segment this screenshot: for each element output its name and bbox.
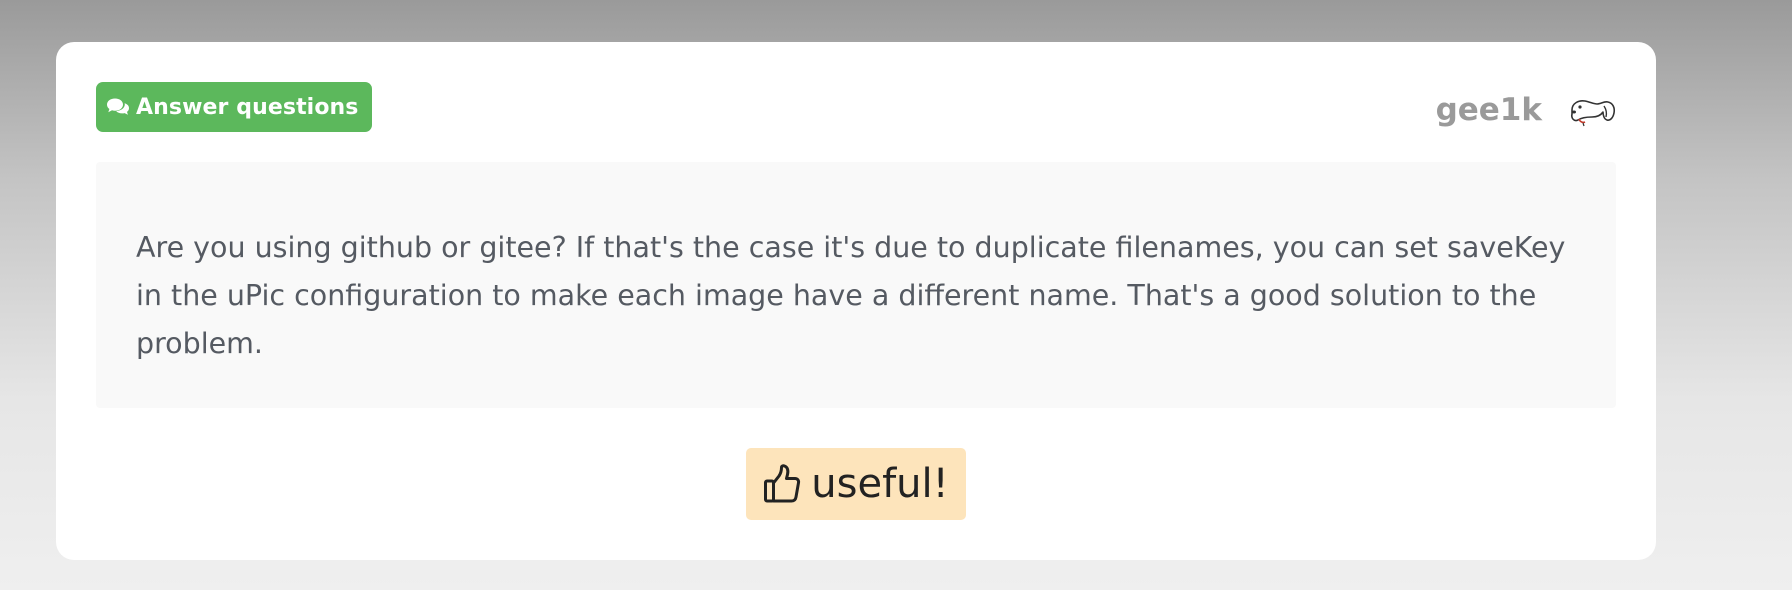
thumbs-up-icon	[763, 464, 801, 504]
answer-text: Are you using github or gitee? If that's…	[136, 231, 1566, 360]
answer-card: Answer questions gee1k Are you using git…	[56, 42, 1656, 560]
answer-questions-badge[interactable]: Answer questions	[96, 82, 372, 132]
dog-avatar[interactable]	[1566, 92, 1616, 128]
author-info: gee1k	[1436, 92, 1616, 128]
answer-body: Are you using github or gitee? If that's…	[96, 162, 1616, 408]
useful-label: useful!	[811, 461, 949, 507]
comments-icon	[106, 97, 130, 117]
answer-questions-label: Answer questions	[136, 94, 359, 120]
author-username[interactable]: gee1k	[1436, 92, 1542, 128]
useful-button[interactable]: useful!	[746, 448, 966, 520]
